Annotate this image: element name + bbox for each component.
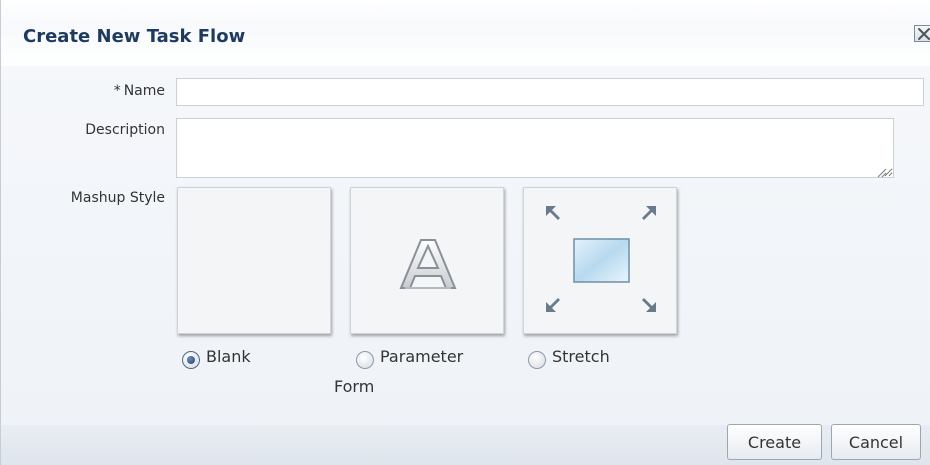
- create-task-flow-dialog: Create New Task Flow * Name Description M…: [0, 0, 930, 465]
- name-label: * Name: [41, 83, 165, 99]
- radio-parameter-form-indicator[interactable]: [356, 351, 374, 369]
- radio-blank-indicator[interactable]: [182, 351, 200, 369]
- close-icon: [918, 27, 930, 40]
- create-button[interactable]: Create: [727, 424, 822, 460]
- mashup-style-parameter-form-tile[interactable]: [350, 187, 504, 334]
- name-input[interactable]: [176, 78, 924, 106]
- radio-parameter-form-label-line1: Parameter: [380, 347, 464, 366]
- radio-stretch-label: Stretch: [552, 347, 610, 366]
- close-button[interactable]: [914, 25, 930, 42]
- resize-grip-icon[interactable]: [875, 166, 887, 178]
- name-label-text: Name: [123, 83, 165, 99]
- mashup-style-label: Mashup Style: [70, 190, 165, 206]
- stretch-layout-icon: [546, 206, 656, 312]
- radio-stretch[interactable]: Stretch: [528, 347, 610, 369]
- required-marker: *: [113, 83, 121, 99]
- dialog-titlebar: Create New Task Flow: [1, 0, 930, 66]
- dialog-title: Create New Task Flow: [23, 26, 246, 47]
- cancel-button[interactable]: Cancel: [831, 424, 921, 460]
- description-label: Description: [85, 122, 165, 138]
- radio-parameter-form-label-line2: Form: [334, 377, 375, 396]
- parameter-form-icon: [399, 239, 457, 289]
- description-textarea[interactable]: [176, 118, 894, 178]
- radio-parameter-form[interactable]: Parameter: [356, 347, 463, 369]
- radio-stretch-indicator[interactable]: [528, 351, 546, 369]
- radio-blank[interactable]: Blank: [182, 347, 251, 369]
- mashup-style-stretch-tile[interactable]: [523, 187, 677, 334]
- mashup-style-blank-tile[interactable]: [177, 187, 331, 334]
- radio-blank-label: Blank: [206, 347, 251, 366]
